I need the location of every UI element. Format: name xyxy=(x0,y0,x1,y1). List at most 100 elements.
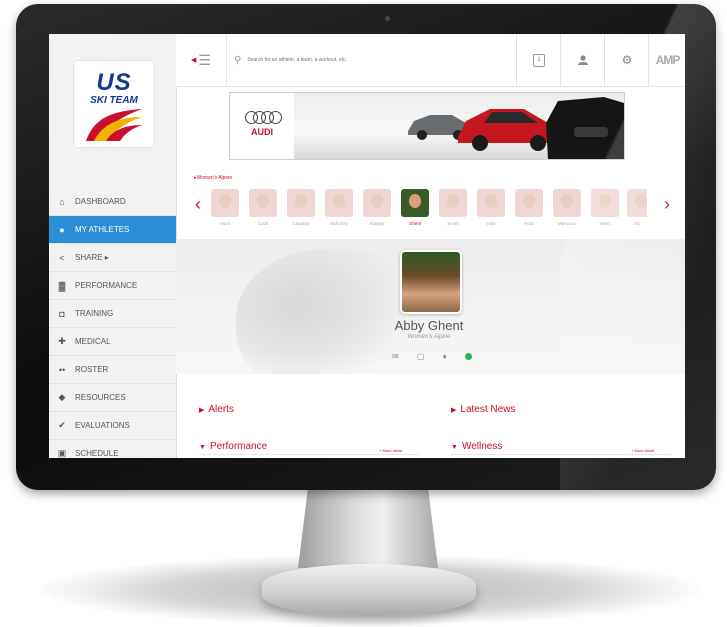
athlete-card[interactable]: Mcfrosky xyxy=(323,189,355,231)
sidebar-item-label: MY ATHLETES xyxy=(75,225,130,234)
section-divider xyxy=(451,454,671,455)
collapse-arrow-icon: ▼ xyxy=(451,444,458,451)
athlete-carousel: Vonn Cook Lapanja Mcfrosky Stiegler Ghen… xyxy=(209,189,659,231)
menu-toggle-button[interactable]: ◀ ☰ xyxy=(176,34,227,86)
sidebar-nav: ⌂ DASHBOARD ● MY ATHLETES < SHARE ▸ ▓ PE… xyxy=(49,188,176,458)
amp-logo: AMP xyxy=(655,53,681,67)
sidebar-item-label: SCHEDULE xyxy=(75,449,119,458)
chevron-left-icon[interactable]: ‹ xyxy=(195,194,201,215)
athlete-card[interactable]: Stiegler xyxy=(361,189,393,231)
sidebar-item-share[interactable]: < SHARE ▸ xyxy=(49,244,176,272)
dumbbell-icon: ◘ xyxy=(59,308,65,319)
user-icon xyxy=(578,55,588,65)
black-car-icon xyxy=(546,97,624,159)
athlete-card-selected[interactable]: Ghent xyxy=(399,189,431,231)
sidebar-item-schedule[interactable]: ▣ SCHEDULE xyxy=(49,440,176,458)
app-screen: US SKI TEAM ⌂ DASHBOARD ● MY ATHLETES < … xyxy=(49,34,685,458)
monitor-stand-base xyxy=(262,564,476,616)
sidebar-item-label: ROSTER xyxy=(75,365,109,374)
share-icon: < xyxy=(59,252,65,263)
section-title: Alerts xyxy=(208,404,234,415)
athlete-group-label[interactable]: Women's Alpine xyxy=(194,175,233,181)
chevron-right-icon[interactable]: › xyxy=(664,194,670,215)
performance-more-detail-link[interactable]: + More detail xyxy=(379,448,402,453)
athlete-thumbnail xyxy=(249,189,277,217)
athlete-card[interactable]: Wiles xyxy=(589,189,621,231)
sidebar-item-my-athletes[interactable]: ● MY ATHLETES xyxy=(49,216,176,244)
performance-section-header[interactable]: ▼ Performance xyxy=(199,441,267,452)
search-bar: ⚲ xyxy=(226,34,516,86)
tag-icon: ◆ xyxy=(58,392,66,402)
settings-button[interactable]: ⚙ xyxy=(604,34,649,86)
sidebar-item-resources[interactable]: ◆ RESOURCES xyxy=(49,384,176,412)
athlete-card[interactable]: Smith xyxy=(437,189,469,231)
latest-news-section-header[interactable]: ▶ Latest News xyxy=(451,404,515,415)
mail-icon[interactable]: ✉ xyxy=(392,352,399,361)
section-title: Performance xyxy=(209,441,268,452)
athlete-card[interactable]: Mc xyxy=(627,189,647,231)
expand-arrow-icon: ▶ xyxy=(451,407,457,414)
amp-button[interactable]: AMP xyxy=(648,34,685,86)
athlete-thumbnail xyxy=(515,189,543,217)
athlete-thumbnail xyxy=(211,189,239,217)
sidebar-item-training[interactable]: ◘ TRAINING xyxy=(49,300,176,328)
athlete-card[interactable]: Vonn xyxy=(209,189,241,231)
expand-arrow-icon: ▶ xyxy=(199,407,205,414)
athlete-thumbnail xyxy=(401,189,429,217)
sidebar-item-performance[interactable]: ▓ PERFORMANCE xyxy=(49,272,176,300)
wellness-more-detail-link[interactable]: + More detail xyxy=(631,448,654,453)
section-title: Wellness xyxy=(461,441,503,452)
athlete-profile-name: Abby Ghent xyxy=(394,318,464,333)
wellness-section-header[interactable]: ▼ Wellness xyxy=(451,441,502,452)
athlete-name: Wiles xyxy=(599,221,611,226)
logo-ski-team-text: SKI TEAM xyxy=(90,95,138,106)
monitor-stand-neck xyxy=(298,478,438,568)
us-ski-team-logo[interactable]: US SKI TEAM xyxy=(73,60,155,148)
sidebar-item-label: DASHBOARD xyxy=(75,197,126,206)
house-icon: ⌂ xyxy=(59,196,65,207)
athlete-thumbnail xyxy=(439,189,467,217)
athlete-thumbnail xyxy=(477,189,505,217)
sidebar-item-medical[interactable]: ✚ MEDICAL xyxy=(49,328,176,356)
athlete-name: Mancuso xyxy=(557,221,577,226)
calendar-icon: 1 xyxy=(533,53,545,67)
athlete-card[interactable]: Ford xyxy=(513,189,545,231)
calendar-button[interactable]: 1 xyxy=(516,34,561,86)
section-title: Latest News xyxy=(460,404,516,415)
audi-rings-icon xyxy=(245,111,282,124)
top-bar: ◀ ☰ ⚲ 1 ⚙ AMP xyxy=(176,34,685,87)
sidebar-item-evaluations[interactable]: ✔ EVALUATIONS xyxy=(49,412,176,440)
athlete-card[interactable]: Irwin xyxy=(475,189,507,231)
online-status-dot xyxy=(464,353,472,360)
athlete-name: Stiegler xyxy=(369,221,385,226)
camera-dot xyxy=(385,16,390,21)
chat-icon[interactable]: ▢ xyxy=(417,352,425,361)
collapse-arrow-icon: ◀ xyxy=(191,57,197,64)
sidebar-item-roster[interactable]: •• ROSTER xyxy=(49,356,176,384)
athlete-thumbnail xyxy=(325,189,353,217)
chart-icon: ▓ xyxy=(58,280,66,291)
athlete-name: Irwin xyxy=(486,221,496,226)
athlete-thumbnail xyxy=(287,189,315,217)
athlete-card[interactable]: Mancuso xyxy=(551,189,583,231)
bell-icon[interactable]: ♦ xyxy=(443,352,447,361)
alerts-section-header[interactable]: ▶ Alerts xyxy=(199,404,234,415)
athlete-card[interactable]: Lapanja xyxy=(285,189,317,231)
sidebar: US SKI TEAM ⌂ DASHBOARD ● MY ATHLETES < … xyxy=(49,34,177,458)
athlete-name: Mc xyxy=(634,221,640,226)
check-icon: ✔ xyxy=(58,420,66,430)
sidebar-item-label: TRAINING xyxy=(75,309,114,318)
athlete-thumbnail xyxy=(363,189,391,217)
athlete-profile-team: Women's Alpine xyxy=(407,334,451,340)
audi-banner-ad[interactable]: AUDI xyxy=(229,92,625,160)
profile-button[interactable] xyxy=(560,34,605,86)
sidebar-item-dashboard[interactable]: ⌂ DASHBOARD xyxy=(49,188,176,216)
gear-icon: ⚙ xyxy=(621,53,633,67)
logo-swoosh-icon xyxy=(86,109,142,141)
athlete-thumbnail xyxy=(591,189,619,217)
athlete-portrait xyxy=(400,250,462,314)
athlete-card[interactable]: Cook xyxy=(247,189,279,231)
athlete-name: Ghent xyxy=(408,221,422,226)
search-input[interactable] xyxy=(245,56,490,64)
calendar-icon: ▣ xyxy=(57,448,67,458)
